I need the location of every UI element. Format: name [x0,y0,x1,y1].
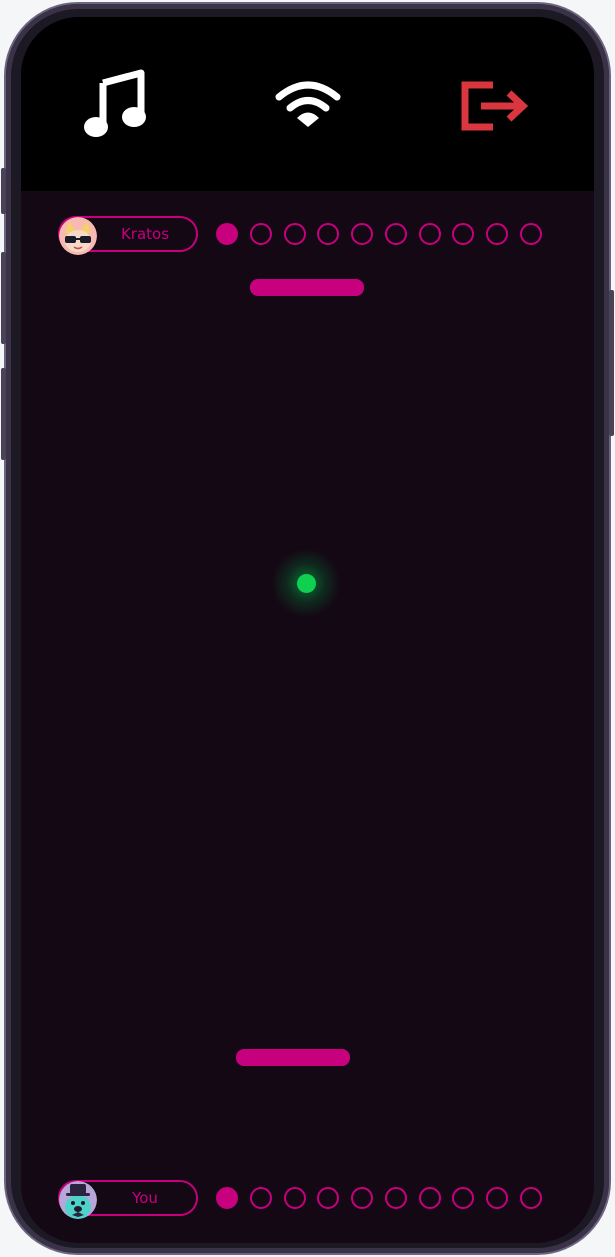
opponent-score-row: Kratos [58,216,558,256]
power-button [609,290,614,436]
opponent-paddle [250,279,364,296]
score-point [419,1187,441,1209]
player-paddle[interactable] [236,1049,350,1066]
score-point [385,1187,407,1209]
score-point [216,223,238,245]
score-point [419,223,441,245]
score-point [351,1187,373,1209]
opponent-name-pill: Kratos [58,216,198,255]
score-point [250,223,272,245]
score-point [351,223,373,245]
score-point [520,223,542,245]
score-point [486,1187,508,1209]
score-point [250,1187,272,1209]
game-screen: Kratos You [21,17,594,1243]
player-name: You [132,1189,158,1207]
score-point [452,223,474,245]
top-hat-dog-avatar [59,1181,97,1219]
mute-switch [1,168,6,214]
score-point [385,223,407,245]
score-point [216,1187,238,1209]
volume-up-button [1,252,6,344]
score-point [317,223,339,245]
score-point [452,1187,474,1209]
score-point [284,223,306,245]
opponent-name: Kratos [120,225,170,243]
player-name-pill: You [58,1180,198,1219]
exit-icon[interactable] [461,81,531,136]
top-bar [21,17,594,191]
score-point [486,223,508,245]
wifi-icon[interactable] [275,81,341,132]
volume-down-button [1,368,6,460]
score-point [520,1187,542,1209]
player-score-row: You [58,1180,558,1220]
cool-cat-sunglasses-avatar [59,217,97,255]
music-note-icon[interactable] [83,69,147,144]
score-point [317,1187,339,1209]
ball [297,574,316,593]
score-point [284,1187,306,1209]
